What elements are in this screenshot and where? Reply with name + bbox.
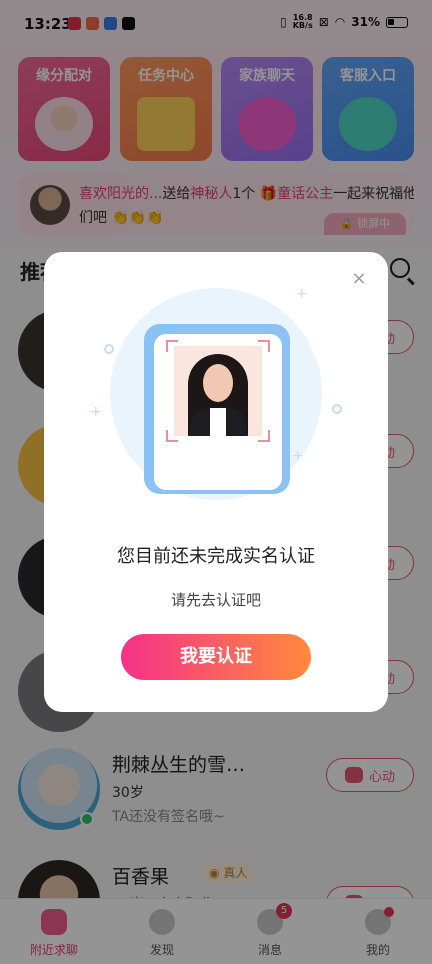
scan-corner [258, 430, 270, 442]
scan-corner [166, 340, 178, 352]
scan-corner [258, 340, 270, 352]
scan-corner [166, 430, 178, 442]
dialog-subtitle: 请先去认证吧 [170, 591, 261, 609]
id-card [154, 334, 282, 490]
sparkle-icon: + [296, 286, 308, 302]
verify-button[interactable]: 我要认证 [121, 634, 311, 680]
sparkle-icon: + [292, 448, 304, 464]
portrait-photo [174, 346, 262, 436]
decor-ring [332, 404, 342, 414]
decor-ring [104, 344, 114, 354]
dialog-title: 您目前还未完成实名认证 [117, 546, 315, 567]
id-card-illustration: + + + [90, 286, 342, 500]
close-icon[interactable]: × [348, 268, 370, 290]
sparkle-icon: + [90, 404, 102, 420]
verification-dialog: × + + + 您目前还未完成实名认证 请先去认证吧 我要认证 [44, 252, 388, 712]
